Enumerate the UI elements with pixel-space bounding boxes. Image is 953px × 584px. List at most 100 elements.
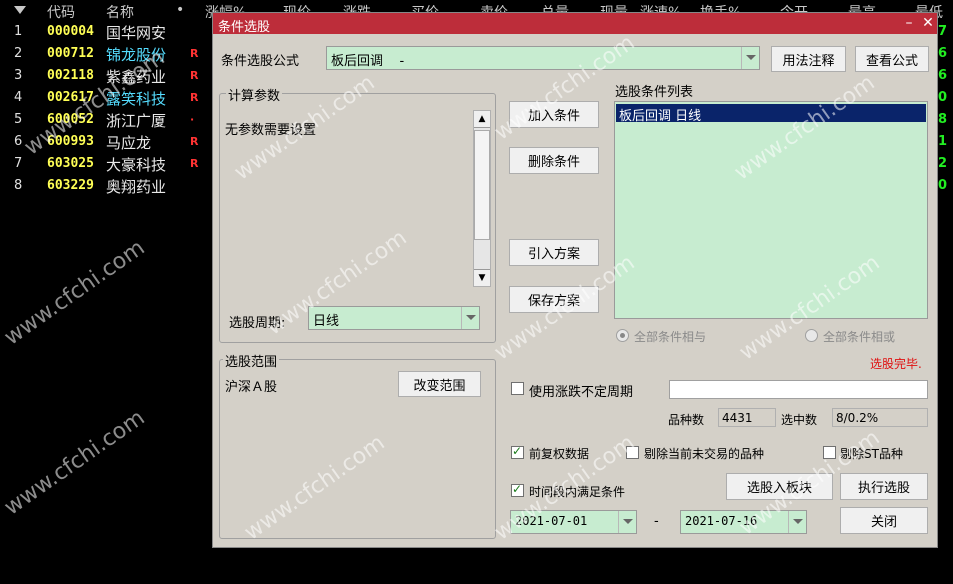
change-range-button[interactable]: 改变范围 [398, 371, 481, 397]
stock-code: 603025 [47, 156, 94, 171]
table-row[interactable]: 8 603229 奥翔药业 [0, 176, 212, 198]
selected-label: 选中数 [781, 413, 818, 427]
low-price-value: 2 [938, 156, 948, 171]
view-formula-button[interactable]: 查看公式 [855, 46, 929, 72]
range-group-title: 选股范围 [223, 351, 280, 370]
row-index: 4 [14, 90, 23, 105]
dialog-title: 条件选股 [218, 20, 271, 35]
close-icon[interactable]: ✕ [920, 15, 936, 31]
save-plan-button[interactable]: 保存方案 [509, 286, 599, 313]
table-row[interactable]: 2 000712 锦龙股份 R [0, 44, 212, 66]
forward-adjust-label[interactable]: 前复权数据 [529, 445, 589, 462]
stock-name: 浙江广厦 [106, 112, 167, 130]
table-row[interactable]: 7 603025 大豪科技 R [0, 154, 212, 176]
scroll-down-icon[interactable]: ▼ [474, 269, 490, 286]
use-uncertain-period-label[interactable]: 使用涨跌不定周期 [529, 381, 633, 400]
stock-screener-dialog: 条件选股 – ✕ 条件选股公式 板后回调 - 用法注释 查看公式 计算参数 无参… [212, 12, 938, 548]
chevron-down-icon[interactable] [741, 47, 759, 69]
sort-down-icon[interactable] [14, 6, 26, 14]
radio-or-label[interactable]: 全部条件相或 [823, 328, 895, 345]
margin-flag: R [190, 157, 199, 170]
header-code[interactable]: 代码 [47, 2, 75, 22]
dialog-titlebar[interactable]: 条件选股 – ✕ [213, 13, 937, 35]
low-price-value: 6 [938, 68, 948, 83]
row-index: 8 [14, 178, 23, 193]
watermark: www.cfchi.com [0, 405, 150, 521]
end-date-value: 2021-07-16 [685, 514, 758, 528]
stock-code: 002118 [47, 68, 94, 83]
exclude-untraded-label[interactable]: 剔除当前未交易的品种 [644, 445, 764, 462]
header-dot: • [176, 2, 185, 18]
table-row[interactable]: 3 002118 紫鑫药业 R [0, 66, 212, 88]
scroll-up-icon[interactable]: ▲ [474, 111, 490, 128]
table-row[interactable]: 5 600052 浙江广厦 · [0, 110, 212, 132]
period-select[interactable]: 日线 [308, 306, 480, 330]
exclude-st-checkbox[interactable] [823, 446, 836, 459]
exclude-st-label[interactable]: 剔除ST品种 [840, 445, 903, 462]
close-button[interactable]: 关闭 [840, 507, 928, 534]
chevron-down-icon[interactable] [788, 511, 806, 533]
use-uncertain-period-checkbox[interactable] [511, 382, 524, 395]
low-price-value: 0 [938, 90, 948, 105]
conditions-list[interactable]: 板后回调 日线 [614, 101, 928, 319]
scroll-thumb[interactable] [474, 130, 490, 240]
radio-and[interactable] [616, 329, 629, 342]
margin-flag: R [190, 91, 199, 104]
period-value: 日线 [313, 314, 340, 329]
stock-code: 600993 [47, 134, 94, 149]
low-price-value: 0 [938, 178, 948, 193]
condition-item[interactable]: 板后回调 日线 [616, 104, 926, 124]
header-name[interactable]: 名称 [106, 2, 134, 22]
margin-flag: R [190, 69, 199, 82]
margin-flag: · [190, 113, 195, 126]
radio-or[interactable] [805, 329, 818, 342]
add-condition-button[interactable]: 加入条件 [509, 101, 599, 128]
formula-label: 条件选股公式 [221, 54, 300, 69]
conditions-list-title: 选股条件列表 [615, 85, 694, 100]
time-range-label[interactable]: 时间段内满足条件 [529, 483, 625, 500]
period-label: 选股周期: [229, 316, 286, 331]
stock-name: 锦龙股份 [106, 46, 167, 64]
forward-adjust-checkbox[interactable] [511, 444, 524, 459]
params-scrollbar[interactable]: ▲ ▼ [473, 110, 491, 287]
start-date-picker[interactable]: 2021-07-01 [510, 510, 637, 534]
stock-name: 紫鑫药业 [106, 68, 167, 86]
low-price-cell: 2 [938, 154, 953, 176]
execute-screen-button[interactable]: 执行选股 [840, 473, 928, 500]
end-date-picker[interactable]: 2021-07-16 [680, 510, 807, 534]
radio-and-label[interactable]: 全部条件相与 [634, 328, 706, 345]
row-index: 6 [14, 134, 23, 149]
stock-name: 奥翔药业 [106, 178, 167, 196]
time-range-checkbox[interactable] [511, 482, 524, 497]
import-plan-button[interactable]: 引入方案 [509, 239, 599, 266]
row-index: 2 [14, 46, 23, 61]
low-price-value: 6 [938, 46, 948, 61]
watermark: www.cfchi.com [0, 235, 150, 351]
low-price-cell: 6 [938, 44, 953, 66]
stock-name: 露笑科技 [106, 90, 167, 108]
exclude-untraded-checkbox[interactable] [626, 446, 639, 459]
chevron-down-icon[interactable] [618, 511, 636, 533]
table-row[interactable]: 1 000004 国华网安 [0, 22, 212, 44]
row-index: 7 [14, 156, 23, 171]
table-row[interactable]: 6 600993 马应龙 R [0, 132, 212, 154]
usage-notes-button[interactable]: 用法注释 [771, 46, 846, 72]
date-separator: - [654, 514, 659, 529]
select-to-block-button[interactable]: 选股入板块 [726, 473, 833, 500]
margin-flag: R [190, 47, 199, 60]
status-text: 选股完毕. [870, 357, 922, 371]
formula-value: 板后回调 - [331, 54, 405, 69]
low-price-value: 7 [938, 24, 948, 39]
low-price-cell: 0 [938, 88, 953, 110]
stock-code: 603229 [47, 178, 94, 193]
uncertain-period-input[interactable] [669, 380, 928, 399]
stock-count-value: 4431 [718, 408, 776, 427]
low-price-cell: 6 [938, 66, 953, 88]
delete-condition-button[interactable]: 删除条件 [509, 147, 599, 174]
formula-select[interactable]: 板后回调 - [326, 46, 760, 70]
stock-code: 000004 [47, 24, 94, 39]
stock-code: 002617 [47, 90, 94, 105]
table-row[interactable]: 4 002617 露笑科技 R [0, 88, 212, 110]
chevron-down-icon[interactable] [461, 307, 479, 329]
minimize-icon[interactable]: – [901, 15, 917, 31]
